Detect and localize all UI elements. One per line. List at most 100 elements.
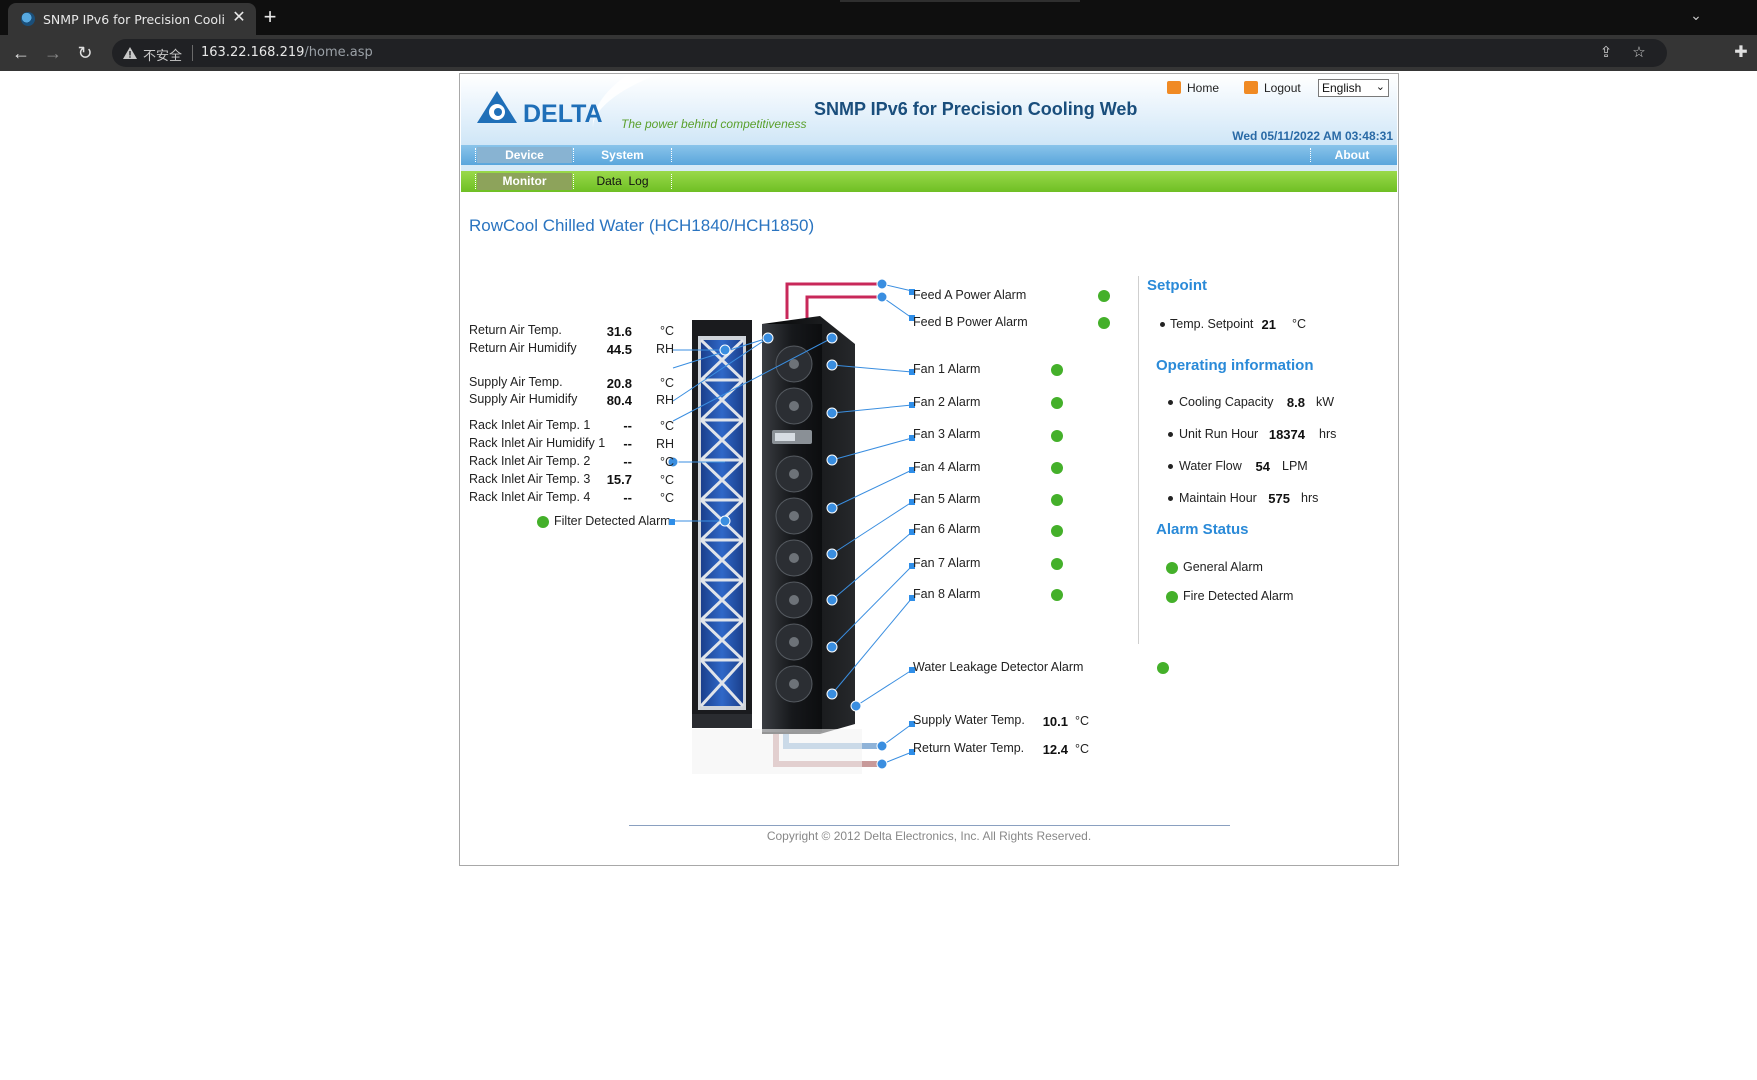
fan-6-alarm-status-icon <box>1051 525 1063 537</box>
water-flow-label: Water Flow <box>1179 459 1242 473</box>
fan-3-alarm-label: Fan 3 Alarm <box>913 427 981 441</box>
water-leakage-alarm-status-icon <box>1157 662 1169 674</box>
supply-air-temp-unit: °C <box>660 376 675 390</box>
url-path: /home.asp <box>304 45 373 60</box>
favicon-icon <box>21 12 35 26</box>
return-water-temp-unit: °C <box>1075 742 1090 756</box>
water-flow-value: 54 <box>1255 459 1270 474</box>
fan-2-alarm-label: Fan 2 Alarm <box>913 395 981 409</box>
fan-1-alarm-status-icon <box>1051 364 1063 376</box>
fan-5-alarm-status-icon <box>1051 494 1063 506</box>
supply-air-temp-label: Supply Air Temp. <box>469 375 563 389</box>
return-air-humidity-unit: RH <box>656 342 675 356</box>
address-bar[interactable]: 不安全 163.22.168.219/home.asp ⇪ ☆ <box>112 39 1667 67</box>
rack-inlet-humidity-1-label: Rack Inlet Air Humidify 1 <box>469 436 606 450</box>
alarm-status-title: Alarm Status <box>1156 521 1249 538</box>
info-divider <box>1138 276 1139 644</box>
fire-detected-alarm-status-icon <box>1166 591 1178 603</box>
rack-inlet-temp-4-label: Rack Inlet Air Temp. 4 <box>469 490 591 504</box>
omnibox-divider <box>192 45 193 61</box>
maintain-hour-label: Maintain Hour <box>1179 491 1257 505</box>
rack-inlet-temp-3-value: 15.7 <box>606 472 632 487</box>
fan-6-alarm-label: Fan 6 Alarm <box>913 522 981 536</box>
page-frame: DELTA The power behind competitiveness S… <box>459 73 1399 866</box>
operating-info-title: Operating information <box>1156 357 1314 374</box>
supply-water-temp-label: Supply Water Temp. <box>913 713 1025 727</box>
return-water-temp-label: Return Water Temp. <box>913 741 1025 755</box>
browser-toolbar: ← → ↻ 不安全 163.22.168.219/home.asp ⇪ ☆ ✚ <box>0 35 1757 71</box>
filter-base <box>692 714 752 728</box>
general-alarm-label: General Alarm <box>1183 560 1263 574</box>
cooling-capacity-label: Cooling Capacity <box>1179 395 1274 409</box>
rack-inlet-temp-3-label: Rack Inlet Air Temp. 3 <box>469 472 591 486</box>
fan-3-alarm-status-icon <box>1051 430 1063 442</box>
rack-inlet-temp-2-unit: °C <box>660 455 675 469</box>
rack-inlet-temp-1-label: Rack Inlet Air Temp. 1 <box>469 418 591 432</box>
url-text[interactable]: 163.22.168.219/home.asp <box>201 45 373 60</box>
warning-icon <box>123 47 137 59</box>
browser-tab-bar: SNMP IPv6 for Precision Cooling ✕ + ⌄ <box>0 0 1757 35</box>
supply-water-temp-value: 10.1 <box>1042 714 1068 729</box>
rack-inlet-temp-2-label: Rack Inlet Air Temp. 2 <box>469 454 591 468</box>
footer-divider <box>629 825 1230 826</box>
feed-a-power-alarm-label: Feed A Power Alarm <box>913 288 1027 302</box>
browser-tab[interactable]: SNMP IPv6 for Precision Cooling ✕ <box>8 3 256 35</box>
fan-7-alarm-label: Fan 7 Alarm <box>913 556 981 570</box>
unit-run-hour-unit: hrs <box>1319 427 1337 441</box>
reload-icon[interactable]: ↻ <box>74 42 96 64</box>
water-flow-unit: LPM <box>1282 459 1308 473</box>
bullet <box>1168 464 1173 469</box>
setpoint-title: Setpoint <box>1147 277 1207 294</box>
url-host: 163.22.168.219 <box>201 45 305 60</box>
return-air-temp-label: Return Air Temp. <box>469 323 562 337</box>
rack-inlet-temp-3-unit: °C <box>660 473 675 487</box>
return-air-humidity-value: 44.5 <box>606 342 632 357</box>
filter-alarm-status-icon <box>537 516 549 528</box>
new-tab-icon[interactable]: + <box>260 5 280 29</box>
tab-strip-mark <box>840 0 1080 2</box>
feed-a-power-alarm-status-icon <box>1098 290 1110 302</box>
filter-alarm-marker <box>669 519 675 525</box>
extensions-puzzle-icon[interactable]: ✚ <box>1730 42 1752 64</box>
bullet <box>1168 400 1173 405</box>
bullet <box>1160 322 1165 327</box>
not-secure-label[interactable]: 不安全 <box>143 45 182 64</box>
feed-b-cable <box>805 295 882 319</box>
filter-alarm-label: Filter Detected Alarm <box>554 514 671 528</box>
unit-run-hour-value: 18374 <box>1268 427 1305 442</box>
feed-a-cable <box>785 282 882 319</box>
rack-inlet-humidity-1-unit: RH <box>656 437 675 451</box>
bookmark-star-icon[interactable]: ☆ <box>1629 43 1649 63</box>
copyright: Copyright © 2012 Delta Electronics, Inc.… <box>766 829 1092 843</box>
tab-title: SNMP IPv6 for Precision Cooling <box>43 12 225 27</box>
water-leakage-alarm-label: Water Leakage Detector Alarm <box>913 660 1084 674</box>
fan-8-alarm-status-icon <box>1051 589 1063 601</box>
feed-b-power-alarm-label: Feed B Power Alarm <box>913 315 1028 329</box>
rack-inlet-temp-2-value: -- <box>623 454 632 469</box>
supply-air-humidity-unit: RH <box>656 393 675 407</box>
maintain-hour-unit: hrs <box>1301 491 1319 505</box>
return-water-temp-value: 12.4 <box>1042 742 1068 757</box>
back-icon[interactable]: ← <box>10 42 32 64</box>
fan-grilles <box>775 345 813 703</box>
fire-detected-alarm-label: Fire Detected Alarm <box>1183 589 1294 603</box>
temp-setpoint-unit: °C <box>1292 317 1307 331</box>
supply-air-humidity-value: 80.4 <box>606 393 632 408</box>
return-air-temp-value: 31.6 <box>606 324 632 339</box>
rack-inlet-humidity-1-value: -- <box>623 436 632 451</box>
return-air-humidity-label: Return Air Humidify <box>469 341 577 355</box>
fan-7-alarm-status-icon <box>1051 558 1063 570</box>
tab-search-icon[interactable]: ⌄ <box>1686 7 1706 27</box>
supply-air-temp-value: 20.8 <box>606 376 632 391</box>
feed-b-power-alarm-status-icon <box>1098 317 1110 329</box>
forward-icon[interactable]: → <box>42 42 64 64</box>
floor-reflection <box>692 729 862 774</box>
supply-air-humidity-label: Supply Air Humidify <box>469 392 578 406</box>
fan-5-alarm-label: Fan 5 Alarm <box>913 492 981 506</box>
share-icon[interactable]: ⇪ <box>1596 43 1616 63</box>
unit-run-hour-label: Unit Run Hour <box>1179 427 1259 441</box>
close-tab-icon[interactable]: ✕ <box>230 9 248 27</box>
cooling-capacity-unit: kW <box>1316 395 1335 409</box>
cooling-capacity-value: 8.8 <box>1286 395 1305 410</box>
supply-water-temp-unit: °C <box>1075 714 1090 728</box>
